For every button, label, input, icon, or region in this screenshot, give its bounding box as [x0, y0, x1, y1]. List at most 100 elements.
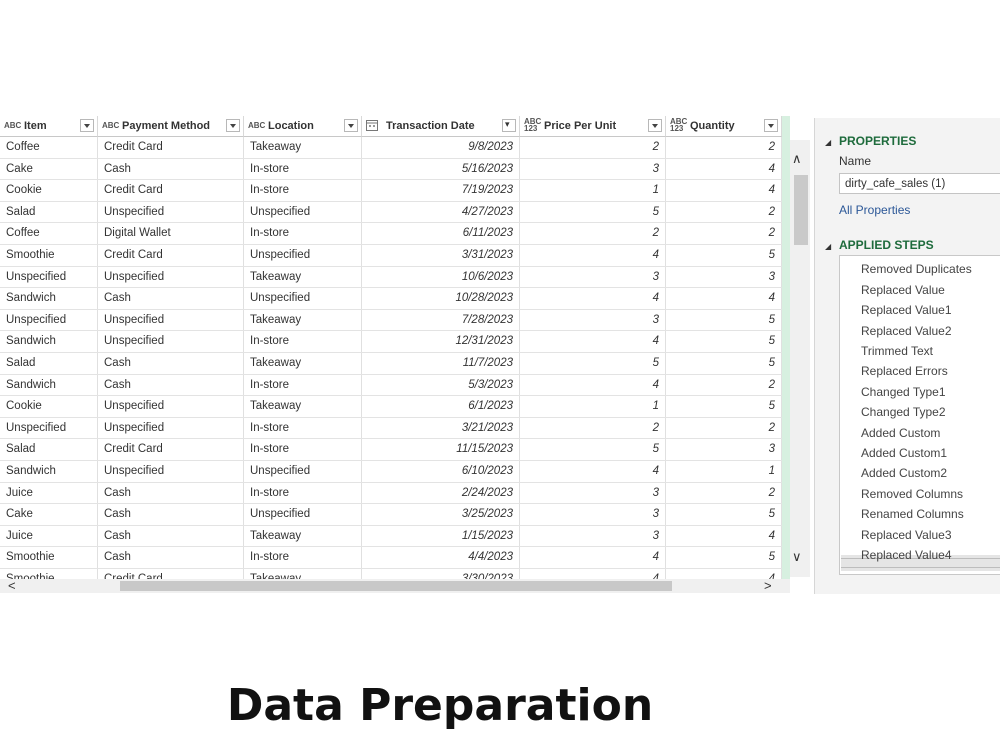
table-row[interactable]: Smoothie Cash In-store 4/4/2023 4 5 [0, 547, 782, 569]
table-row[interactable]: Smoothie Credit Card Takeaway 3/30/2023 4 4 [0, 569, 782, 579]
applied-step-item[interactable]: Replaced Value4 [861, 548, 952, 562]
table-cell[interactable]: 5 [520, 439, 666, 460]
column-header[interactable]: ABC 123 Price Per Unit [520, 116, 666, 137]
table-cell[interactable]: Juice [0, 525, 98, 547]
table-cell[interactable]: Cash [98, 504, 244, 525]
table-cell[interactable]: 5 [520, 201, 666, 223]
table-row[interactable]: Juice Cash In-store 2/24/2023 3 2 [0, 482, 782, 505]
table-cell[interactable]: 1/15/2023 [362, 525, 520, 547]
table-cell[interactable]: 6/10/2023 [362, 461, 520, 482]
table-cell[interactable]: Takeaway [244, 137, 362, 158]
table-row[interactable]: Sandwich Cash In-store 5/3/2023 4 2 [0, 374, 782, 397]
table-cell[interactable]: Unspecified [244, 245, 362, 266]
table-cell[interactable]: In-store [244, 374, 362, 396]
scroll-down-icon[interactable]: ∨ [792, 550, 802, 564]
applied-step-item[interactable]: Replaced Value [861, 283, 945, 297]
table-cell[interactable]: Takeaway [244, 525, 362, 547]
data-type-icon[interactable]: ABC [248, 122, 265, 130]
table-cell[interactable]: Unspecified [98, 201, 244, 223]
table-cell[interactable]: Cash [98, 374, 244, 396]
table-cell[interactable]: 4 [520, 245, 666, 266]
table-cell[interactable]: Coffee [0, 137, 98, 158]
all-properties-link[interactable]: All Properties [839, 203, 910, 217]
table-cell[interactable]: Smoothie [0, 547, 98, 568]
table-cell[interactable]: In-store [244, 417, 362, 439]
table-cell[interactable]: 2 [520, 137, 666, 158]
table-cell[interactable]: 4/4/2023 [362, 547, 520, 568]
table-cell[interactable]: 7/28/2023 [362, 309, 520, 331]
table-cell[interactable]: 5/16/2023 [362, 158, 520, 180]
table-cell[interactable]: Unspecified [0, 266, 98, 288]
table-cell[interactable]: 3 [666, 266, 782, 288]
table-row[interactable]: Coffee Digital Wallet In-store 6/11/2023 2 2 [0, 223, 782, 245]
table-cell[interactable]: In-store [244, 180, 362, 201]
table-cell[interactable]: Cookie [0, 180, 98, 201]
table-row[interactable]: Cake Cash In-store 5/16/2023 3 4 [0, 158, 782, 181]
applied-step-item[interactable]: Renamed Columns [861, 507, 964, 521]
column-header[interactable]: ABC 123 Quantity [666, 116, 782, 137]
table-cell[interactable]: Takeaway [244, 569, 362, 579]
table-cell[interactable]: In-store [244, 331, 362, 352]
table-cell[interactable]: Unspecified [244, 461, 362, 482]
applied-step-item[interactable]: Added Custom [861, 426, 940, 440]
table-cell[interactable]: 5/3/2023 [362, 374, 520, 396]
table-cell[interactable]: 6/1/2023 [362, 396, 520, 417]
table-row[interactable]: Smoothie Credit Card Unspecified 3/31/2023 4… [0, 245, 782, 267]
column-header[interactable]: ABC Payment Method [98, 116, 244, 137]
applied-step-item[interactable]: Removed Columns [861, 487, 963, 501]
table-cell[interactable]: 5 [666, 309, 782, 331]
applied-step-item[interactable]: Replaced Value2 [861, 324, 952, 338]
table-cell[interactable]: 5 [520, 353, 666, 374]
table-cell[interactable]: 3/21/2023 [362, 417, 520, 439]
applied-step-item[interactable]: Trimmed Text [861, 344, 933, 358]
table-cell[interactable]: Sandwich [0, 288, 98, 309]
table-row[interactable]: Sandwich Unspecified In-store 12/31/2023 4 5 [0, 331, 782, 353]
table-cell[interactable]: 4 [520, 288, 666, 309]
table-cell[interactable]: Juice [0, 482, 98, 504]
table-cell[interactable]: 1 [666, 461, 782, 482]
table-cell[interactable]: 2 [666, 137, 782, 158]
collapse-triangle-icon[interactable]: ◢ [825, 138, 831, 147]
table-cell[interactable]: Digital Wallet [98, 223, 244, 244]
column-header[interactable]: Transaction Date [362, 116, 520, 137]
table-cell[interactable]: 11/15/2023 [362, 439, 520, 460]
table-cell[interactable]: In-store [244, 439, 362, 460]
table-row[interactable]: Juice Cash Takeaway 1/15/2023 3 4 [0, 525, 782, 548]
table-cell[interactable]: 4 [666, 525, 782, 547]
table-cell[interactable]: 3/25/2023 [362, 504, 520, 525]
data-type-icon[interactable]: ABC123 [524, 118, 541, 133]
table-cell[interactable]: In-store [244, 158, 362, 180]
table-cell[interactable]: 3 [520, 482, 666, 504]
table-cell[interactable]: 3 [520, 525, 666, 547]
table-cell[interactable]: Sandwich [0, 331, 98, 352]
applied-step-item[interactable]: Promoted Headers [861, 255, 962, 256]
applied-step-item[interactable]: Changed Type1 [861, 385, 946, 399]
table-cell[interactable]: 5 [666, 353, 782, 374]
table-cell[interactable]: Unspecified [0, 309, 98, 331]
table-cell[interactable]: 2 [666, 482, 782, 504]
table-cell[interactable]: Unspecified [244, 201, 362, 223]
table-cell[interactable]: In-store [244, 547, 362, 568]
table-cell[interactable]: Smoothie [0, 245, 98, 266]
table-cell[interactable]: Cash [98, 158, 244, 180]
scroll-left-icon[interactable]: < [8, 579, 16, 593]
table-cell[interactable]: 3 [666, 439, 782, 460]
table-cell[interactable]: Cash [98, 547, 244, 568]
table-cell[interactable]: 4 [520, 569, 666, 579]
table-cell[interactable]: 1 [520, 180, 666, 201]
table-cell[interactable]: Credit Card [98, 137, 244, 158]
table-cell[interactable]: Cake [0, 158, 98, 180]
sort-filter-icon[interactable] [502, 119, 516, 132]
applied-step-item[interactable]: Added Custom1 [861, 446, 947, 460]
table-cell[interactable]: Credit Card [98, 180, 244, 201]
table-cell[interactable]: 2 [520, 223, 666, 244]
table-cell[interactable]: Cash [98, 482, 244, 504]
data-type-icon[interactable]: ABC [4, 122, 21, 130]
table-row[interactable]: Unspecified Unspecified Takeaway 10/6/2023 3… [0, 266, 782, 289]
table-cell[interactable]: 4 [520, 374, 666, 396]
table-cell[interactable]: 4 [520, 461, 666, 482]
table-cell[interactable]: Unspecified [98, 417, 244, 439]
filter-dropdown-icon[interactable] [344, 119, 358, 132]
table-cell[interactable]: 1 [520, 396, 666, 417]
table-row[interactable]: Unspecified Unspecified Takeaway 7/28/2023 3… [0, 309, 782, 332]
